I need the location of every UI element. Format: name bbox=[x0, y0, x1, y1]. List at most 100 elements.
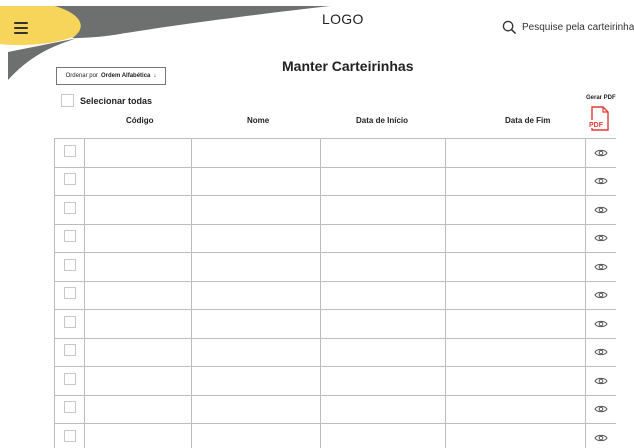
eye-icon[interactable] bbox=[594, 433, 608, 443]
view-cell bbox=[586, 253, 617, 282]
row-select-cell bbox=[55, 224, 85, 253]
table-row bbox=[55, 167, 617, 196]
cell-data-fim bbox=[446, 367, 586, 396]
eye-icon[interactable] bbox=[594, 233, 608, 243]
data-table bbox=[54, 138, 616, 448]
cell-codigo bbox=[85, 395, 192, 424]
view-cell bbox=[586, 196, 617, 225]
cell-data-inicio bbox=[321, 424, 446, 448]
cell-nome bbox=[192, 395, 321, 424]
eye-icon[interactable] bbox=[594, 319, 608, 329]
cell-codigo bbox=[85, 281, 192, 310]
view-cell bbox=[586, 167, 617, 196]
cell-codigo bbox=[85, 139, 192, 168]
row-select-cell bbox=[55, 367, 85, 396]
table-row bbox=[55, 367, 617, 396]
cell-data-inicio bbox=[321, 310, 446, 339]
column-header-data-inicio: Data de Início bbox=[356, 116, 408, 125]
table-row bbox=[55, 338, 617, 367]
cell-nome bbox=[192, 253, 321, 282]
cell-codigo bbox=[85, 367, 192, 396]
cell-nome bbox=[192, 281, 321, 310]
decor-gray-wave bbox=[55, 6, 330, 38]
cell-codigo bbox=[85, 253, 192, 282]
column-header-nome: Nome bbox=[247, 116, 269, 125]
cell-data-fim bbox=[446, 310, 586, 339]
row-select-cell bbox=[55, 310, 85, 339]
sort-prefix: Ordenar por bbox=[66, 73, 98, 79]
row-checkbox[interactable] bbox=[64, 145, 76, 157]
hamburger-menu-icon[interactable] bbox=[14, 22, 28, 34]
cell-data-inicio bbox=[321, 367, 446, 396]
cell-data-inicio bbox=[321, 167, 446, 196]
cell-nome bbox=[192, 139, 321, 168]
table-row bbox=[55, 224, 617, 253]
row-select-cell bbox=[55, 395, 85, 424]
cell-data-fim bbox=[446, 139, 586, 168]
search-bar[interactable]: Pesquise pela carteirinha... bbox=[502, 20, 634, 35]
cell-data-fim bbox=[446, 196, 586, 225]
table-row bbox=[55, 281, 617, 310]
cell-data-fim bbox=[446, 338, 586, 367]
cell-data-fim bbox=[446, 424, 586, 448]
cell-codigo bbox=[85, 224, 192, 253]
row-select-cell bbox=[55, 424, 85, 448]
eye-icon[interactable] bbox=[594, 347, 608, 357]
pdf-file-icon[interactable]: PDF bbox=[588, 106, 612, 132]
eye-icon[interactable] bbox=[594, 176, 608, 186]
eye-icon[interactable] bbox=[594, 148, 608, 158]
eye-icon[interactable] bbox=[594, 404, 608, 414]
view-cell bbox=[586, 424, 617, 448]
eye-icon[interactable] bbox=[594, 376, 608, 386]
row-select-cell bbox=[55, 281, 85, 310]
row-checkbox[interactable] bbox=[64, 173, 76, 185]
generate-pdf-label: Gerar PDF bbox=[586, 95, 616, 101]
cell-codigo bbox=[85, 196, 192, 225]
row-checkbox[interactable] bbox=[64, 230, 76, 242]
eye-icon[interactable] bbox=[594, 262, 608, 272]
row-checkbox[interactable] bbox=[64, 430, 76, 442]
select-all-checkbox[interactable] bbox=[61, 94, 74, 107]
select-all-option[interactable]: Selecionar todas bbox=[61, 94, 152, 107]
chevron-down-icon: ↓ bbox=[153, 73, 156, 79]
sort-dropdown[interactable]: Ordenar por Ordem Alfabética ↓ bbox=[56, 67, 166, 85]
row-checkbox[interactable] bbox=[64, 344, 76, 356]
view-cell bbox=[586, 224, 617, 253]
page-title: Manter Carteirinhas bbox=[282, 58, 413, 74]
cell-data-inicio bbox=[321, 338, 446, 367]
cell-nome bbox=[192, 338, 321, 367]
row-checkbox[interactable] bbox=[64, 401, 76, 413]
row-checkbox[interactable] bbox=[64, 316, 76, 328]
row-checkbox[interactable] bbox=[64, 259, 76, 271]
eye-icon[interactable] bbox=[594, 205, 608, 215]
view-cell bbox=[586, 281, 617, 310]
cell-data-inicio bbox=[321, 281, 446, 310]
row-checkbox[interactable] bbox=[64, 202, 76, 214]
cell-data-inicio bbox=[321, 253, 446, 282]
row-select-cell bbox=[55, 196, 85, 225]
eye-icon[interactable] bbox=[594, 290, 608, 300]
logo: LOGO bbox=[322, 11, 364, 27]
cell-nome bbox=[192, 367, 321, 396]
cell-nome bbox=[192, 424, 321, 448]
view-cell bbox=[586, 139, 617, 168]
cell-data-inicio bbox=[321, 139, 446, 168]
row-select-cell bbox=[55, 338, 85, 367]
cell-codigo bbox=[85, 424, 192, 448]
cell-codigo bbox=[85, 167, 192, 196]
view-cell bbox=[586, 338, 617, 367]
table-row bbox=[55, 424, 617, 448]
cell-data-fim bbox=[446, 281, 586, 310]
cell-data-fim bbox=[446, 224, 586, 253]
row-checkbox[interactable] bbox=[64, 287, 76, 299]
cell-data-inicio bbox=[321, 196, 446, 225]
table-row bbox=[55, 395, 617, 424]
search-icon bbox=[502, 20, 517, 35]
cell-data-fim bbox=[446, 253, 586, 282]
cell-nome bbox=[192, 167, 321, 196]
row-checkbox[interactable] bbox=[64, 373, 76, 385]
cell-data-fim bbox=[446, 395, 586, 424]
table-row bbox=[55, 310, 617, 339]
table-row bbox=[55, 196, 617, 225]
cell-data-inicio bbox=[321, 395, 446, 424]
